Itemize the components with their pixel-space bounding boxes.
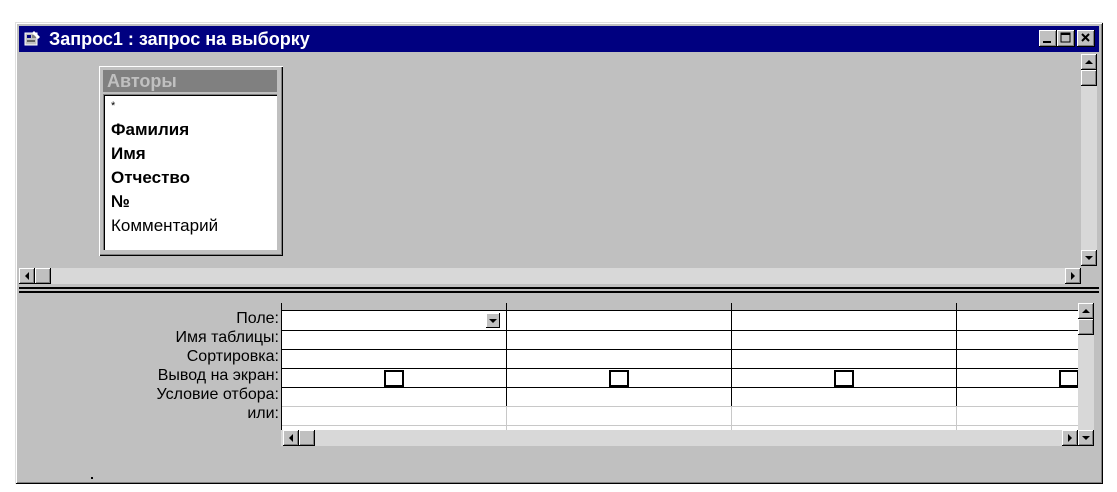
show-checkbox[interactable] bbox=[609, 370, 629, 387]
page: Запрос1 : запрос на выборку Авторы * Фам… bbox=[0, 0, 1117, 492]
scroll-thumb[interactable] bbox=[1081, 70, 1097, 86]
grid-line bbox=[281, 349, 1078, 350]
arrow-right-icon bbox=[1071, 272, 1075, 280]
grid-horizontal-scrollbar[interactable] bbox=[281, 430, 1078, 446]
arrow-down-icon bbox=[1085, 256, 1093, 260]
row-label-table: Имя таблицы: bbox=[175, 329, 279, 346]
scroll-up-button[interactable] bbox=[1081, 54, 1097, 70]
query-design-grid[interactable] bbox=[281, 303, 1078, 446]
minimize-icon bbox=[1043, 41, 1051, 43]
grid-line bbox=[281, 425, 1078, 426]
show-checkbox[interactable] bbox=[384, 370, 404, 387]
design-grid-pane: Поле: Имя таблицы: Сортировка: Вывод на … bbox=[19, 295, 1099, 480]
field-item-number[interactable]: № bbox=[111, 192, 130, 212]
column-selector[interactable] bbox=[506, 303, 731, 311]
grid-line bbox=[281, 330, 1078, 331]
pane-splitter[interactable] bbox=[19, 287, 1099, 293]
arrow-left-icon bbox=[25, 272, 29, 280]
query-icon bbox=[24, 30, 42, 48]
grid-line bbox=[506, 303, 507, 406]
show-checkbox[interactable] bbox=[1059, 370, 1078, 387]
grid-line bbox=[281, 303, 282, 446]
scroll-up-button[interactable] bbox=[1078, 303, 1094, 319]
scroll-down-button[interactable] bbox=[1081, 250, 1097, 266]
field-list-title[interactable]: Авторы bbox=[103, 70, 277, 92]
arrow-up-icon bbox=[1085, 60, 1093, 64]
row-label-show: Вывод на экран: bbox=[157, 367, 279, 384]
row-label-or: или: bbox=[247, 405, 279, 422]
table-pane: Авторы * Фамилия Имя Отчество № Коммента… bbox=[19, 54, 1099, 286]
grid-vertical-scrollbar[interactable] bbox=[1078, 303, 1094, 446]
scroll-thumb[interactable] bbox=[1078, 319, 1094, 335]
window-title: Запрос1 : запрос на выборку bbox=[49, 29, 310, 49]
scroll-thumb[interactable] bbox=[35, 268, 51, 284]
close-icon bbox=[1081, 33, 1090, 42]
grid-line bbox=[281, 387, 1078, 388]
field-item-otchestvo[interactable]: Отчество bbox=[111, 168, 190, 188]
field-list-authors[interactable]: Авторы * Фамилия Имя Отчество № Коммента… bbox=[99, 66, 283, 256]
row-label-field: Поле: bbox=[236, 310, 279, 327]
grid-line bbox=[956, 303, 957, 406]
column-selector[interactable] bbox=[731, 303, 956, 311]
arrow-down-icon bbox=[1082, 436, 1090, 440]
stray-dot bbox=[91, 477, 93, 479]
close-button[interactable] bbox=[1077, 30, 1095, 47]
show-checkbox[interactable] bbox=[834, 370, 854, 387]
grid-line bbox=[281, 406, 1078, 407]
scroll-down-button[interactable] bbox=[1078, 430, 1094, 446]
arrow-left-icon bbox=[289, 434, 293, 442]
scroll-left-button[interactable] bbox=[283, 430, 299, 446]
arrow-right-icon bbox=[1068, 434, 1072, 442]
column-selector[interactable] bbox=[956, 303, 1078, 311]
maximize-button[interactable] bbox=[1057, 30, 1075, 47]
scroll-right-button[interactable] bbox=[1062, 430, 1078, 446]
column-selector[interactable] bbox=[281, 303, 506, 311]
row-label-sort: Сортировка: bbox=[186, 348, 279, 365]
maximize-icon bbox=[1060, 32, 1071, 43]
field-item-all[interactable]: * bbox=[111, 100, 115, 112]
scroll-right-button[interactable] bbox=[1065, 268, 1081, 284]
scroll-left-button[interactable] bbox=[19, 268, 35, 284]
query-window: Запрос1 : запрос на выборку Авторы * Фам… bbox=[15, 22, 1103, 484]
chevron-down-icon bbox=[489, 319, 497, 323]
title-bar[interactable]: Запрос1 : запрос на выборку bbox=[19, 26, 1099, 52]
row-label-criteria: Условие отбора: bbox=[156, 386, 279, 403]
field-item-familiya[interactable]: Фамилия bbox=[111, 120, 189, 140]
minimize-button[interactable] bbox=[1039, 30, 1057, 47]
table-pane-vertical-scrollbar[interactable] bbox=[1081, 54, 1097, 266]
field-list-body: * Фамилия Имя Отчество № Комментарий bbox=[103, 94, 277, 250]
table-pane-horizontal-scrollbar[interactable] bbox=[19, 268, 1081, 284]
field-item-imya[interactable]: Имя bbox=[111, 144, 146, 164]
field-dropdown-button[interactable] bbox=[486, 313, 500, 328]
field-item-comment[interactable]: Комментарий bbox=[111, 216, 218, 236]
grid-line bbox=[281, 368, 1078, 369]
scroll-thumb[interactable] bbox=[299, 430, 315, 446]
grid-line bbox=[731, 303, 732, 406]
size-grip[interactable] bbox=[1081, 268, 1097, 284]
arrow-up-icon bbox=[1082, 309, 1090, 313]
